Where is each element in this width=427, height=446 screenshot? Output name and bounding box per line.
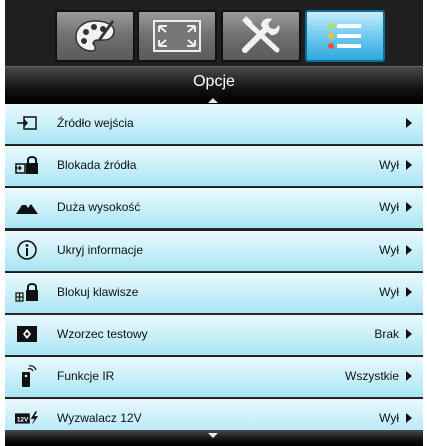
keypad-lock-icon: [15, 281, 39, 303]
scroll-up-icon[interactable]: [208, 98, 218, 103]
menu-item-hide-info[interactable]: Ukryj informacje Wył: [5, 230, 423, 272]
palette-icon: [75, 20, 115, 52]
chevron-right-icon: [406, 286, 412, 297]
menu-item-label: Źródło wejścia: [57, 116, 134, 130]
menu-item-label: Ukryj informacje: [57, 242, 144, 257]
menu-item-high-altitude[interactable]: Duża wysokość Wył: [5, 188, 423, 230]
menu-item-label: Blokada źródła: [57, 158, 137, 173]
menu-item-label: Wzorzec testowy: [57, 326, 148, 341]
chevron-right-icon: [406, 413, 412, 424]
tab-display[interactable]: [137, 10, 217, 62]
menu-item-ir-function[interactable]: Funkcje IR Wszystkie: [5, 357, 423, 399]
chevron-right-icon: [406, 202, 412, 213]
menu-item-source-lock[interactable]: Blokada źródła Wył: [5, 146, 423, 188]
menu-item-value: Wył: [379, 242, 399, 257]
source-lock-icon: [15, 154, 39, 176]
tab-options[interactable]: [305, 10, 385, 62]
menu-item-value: Wył: [379, 284, 399, 299]
input-source-icon: [15, 112, 39, 134]
trigger-12v-icon: 12V: [15, 407, 39, 429]
menu-item-value: Wył: [379, 200, 399, 215]
menu-item-label: Blokuj klawisze: [57, 284, 139, 299]
ir-remote-icon: [15, 365, 39, 388]
options-list: Źródło wejścia Blokada źródła Wył Duża w…: [5, 104, 423, 442]
menu-footer: [5, 430, 423, 446]
menu-item-value: Wszystkie: [345, 369, 399, 384]
menu-item-value: Brak: [374, 326, 399, 341]
menu-item-value: Wył: [379, 158, 399, 173]
menu-item-test-pattern[interactable]: Wzorzec testowy Brak: [5, 314, 423, 356]
svg-text:12V: 12V: [17, 417, 29, 424]
menu-item-value: Wył: [379, 411, 399, 426]
chevron-right-icon: [406, 118, 412, 128]
menu-tab-bar: [5, 0, 423, 65]
chevron-right-icon: [406, 244, 412, 255]
tools-icon: [242, 16, 280, 53]
tab-image-settings[interactable]: [55, 10, 135, 62]
menu-list-icon: [328, 23, 361, 49]
menu-header: Opcje: [5, 66, 423, 104]
high-altitude-icon: [15, 196, 39, 218]
page-title: Opcje: [193, 73, 235, 90]
scroll-down-icon[interactable]: [208, 433, 218, 438]
menu-item-input-source[interactable]: Źródło wejścia: [5, 104, 423, 145]
menu-item-label: Funkcje IR: [57, 369, 115, 384]
osd-menu: Opcje Źródło wejścia Blokada źródła Wył …: [5, 0, 423, 446]
menu-item-label: Wyzwalacz 12V: [57, 411, 142, 426]
test-pattern-icon: [15, 323, 39, 345]
info-icon: [15, 239, 39, 261]
chevron-right-icon: [406, 328, 412, 339]
tab-setup[interactable]: [221, 10, 301, 62]
menu-item-keypad-lock[interactable]: Blokuj klawisze Wył: [5, 272, 423, 314]
chevron-right-icon: [406, 371, 412, 382]
menu-item-label: Duża wysokość: [57, 200, 141, 215]
chevron-right-icon: [406, 160, 412, 171]
screen-frame-icon: [153, 20, 201, 52]
